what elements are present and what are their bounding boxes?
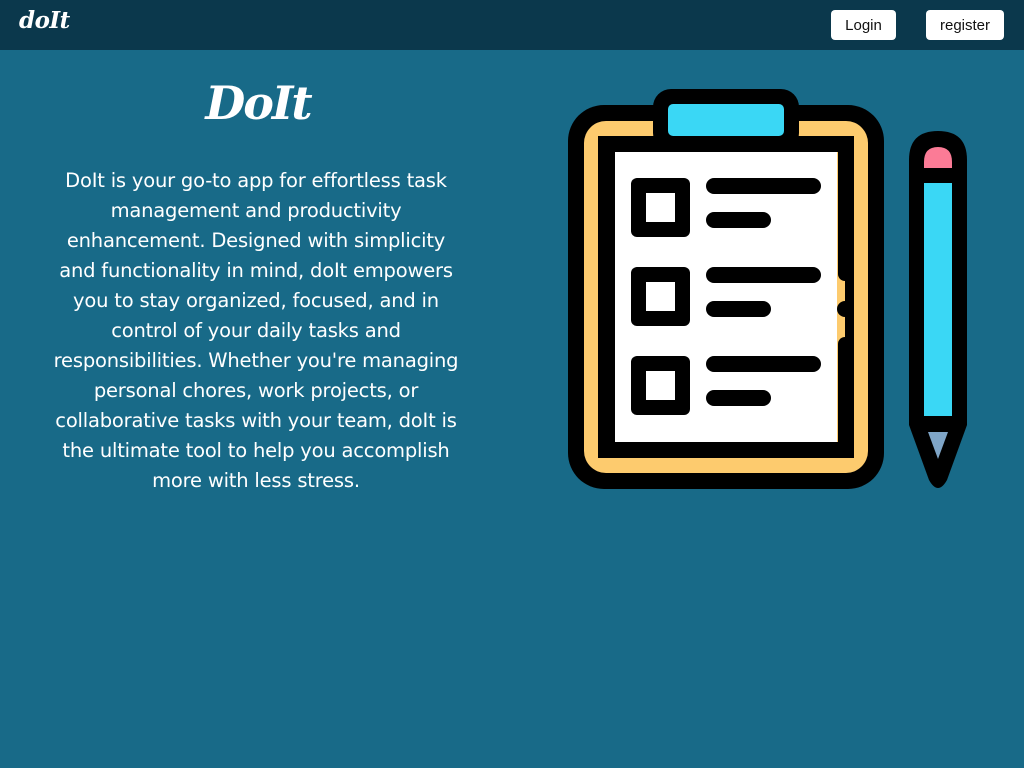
hero-title: DoIt bbox=[205, 76, 312, 130]
clipboard-checklist-icon bbox=[568, 89, 884, 489]
login-button[interactable]: Login bbox=[831, 10, 896, 40]
register-button[interactable]: register bbox=[926, 10, 1004, 40]
pencil-icon bbox=[909, 131, 967, 488]
hero-description: DoIt is your go-to app for effortless ta… bbox=[53, 169, 459, 492]
hero-illustration bbox=[560, 82, 980, 498]
top-navbar: doIt Login register bbox=[0, 0, 1024, 50]
app-logo[interactable]: doIt bbox=[19, 7, 70, 34]
